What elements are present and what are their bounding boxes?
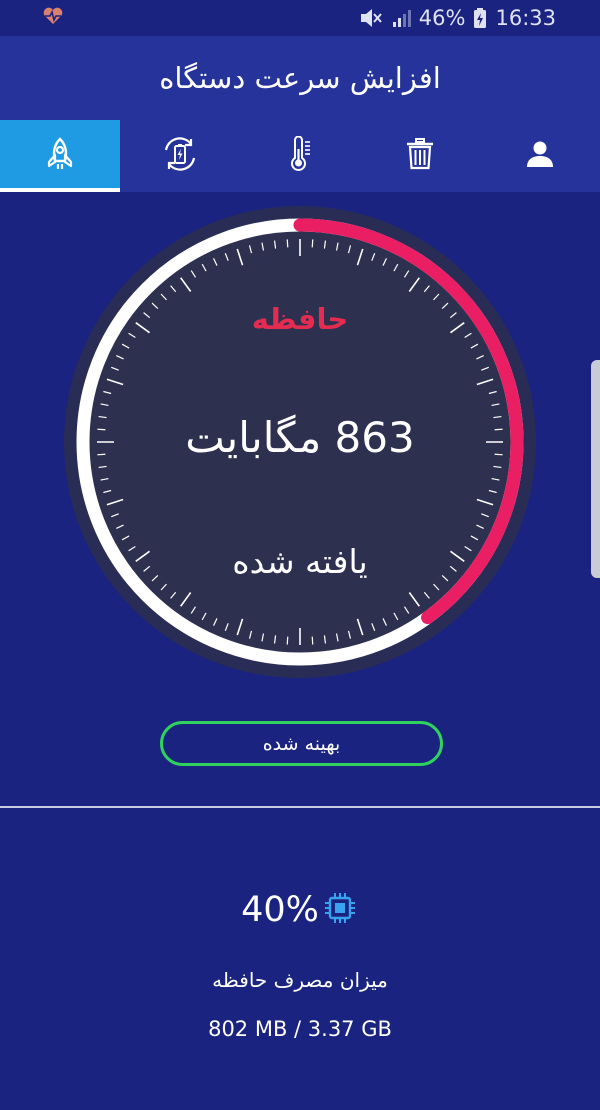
battery-refresh-icon: [161, 137, 199, 175]
status-time: 16:33: [495, 6, 556, 30]
gauge-tick: [286, 239, 289, 248]
memory-usage-detail: 802 MB / 3.37 GB: [208, 1017, 392, 1041]
memory-usage-summary: 40%: [0, 890, 600, 930]
trash-icon: [406, 138, 434, 174]
tab-battery[interactable]: [120, 120, 240, 192]
cpu-chip-icon: [321, 891, 359, 929]
tab-profile[interactable]: [480, 120, 600, 192]
gauge-value: 863 مگابایت: [185, 413, 415, 462]
optimized-button[interactable]: بهینه شده: [160, 721, 443, 766]
mute-icon: [359, 7, 383, 29]
tab-junk-cleaner[interactable]: [360, 120, 480, 192]
signal-icon: [391, 8, 411, 28]
gauge-title: حافظه: [251, 302, 349, 336]
memory-usage-percent: 40%: [241, 890, 319, 930]
memory-gauge: حافظه 863 مگابایت یافته شده: [36, 205, 564, 680]
gauge-tick: [311, 239, 314, 248]
status-bar: 46% 16:33: [0, 0, 600, 36]
thermometer-icon: [287, 135, 313, 176]
gauge-tick: [286, 636, 289, 645]
user-icon: [525, 140, 555, 172]
battery-percent: 46%: [418, 6, 466, 30]
memory-usage-label: میزان مصرف حافظه: [212, 968, 388, 992]
tab-temperature[interactable]: [240, 120, 360, 192]
section-divider: [0, 806, 600, 808]
rocket-icon: [45, 137, 75, 175]
side-scroll-handle[interactable]: [591, 360, 600, 578]
heart-pulse-icon: [42, 7, 64, 30]
tab-bar: [0, 120, 600, 192]
gauge-tick: [311, 636, 314, 645]
app-bar: افزایش سرعت دستگاه: [0, 36, 600, 120]
app-title: افزایش سرعت دستگاه: [159, 61, 441, 95]
gauge-status: یافته شده: [232, 542, 368, 581]
battery-charging-icon: [473, 7, 487, 29]
tab-booster[interactable]: [0, 120, 120, 192]
